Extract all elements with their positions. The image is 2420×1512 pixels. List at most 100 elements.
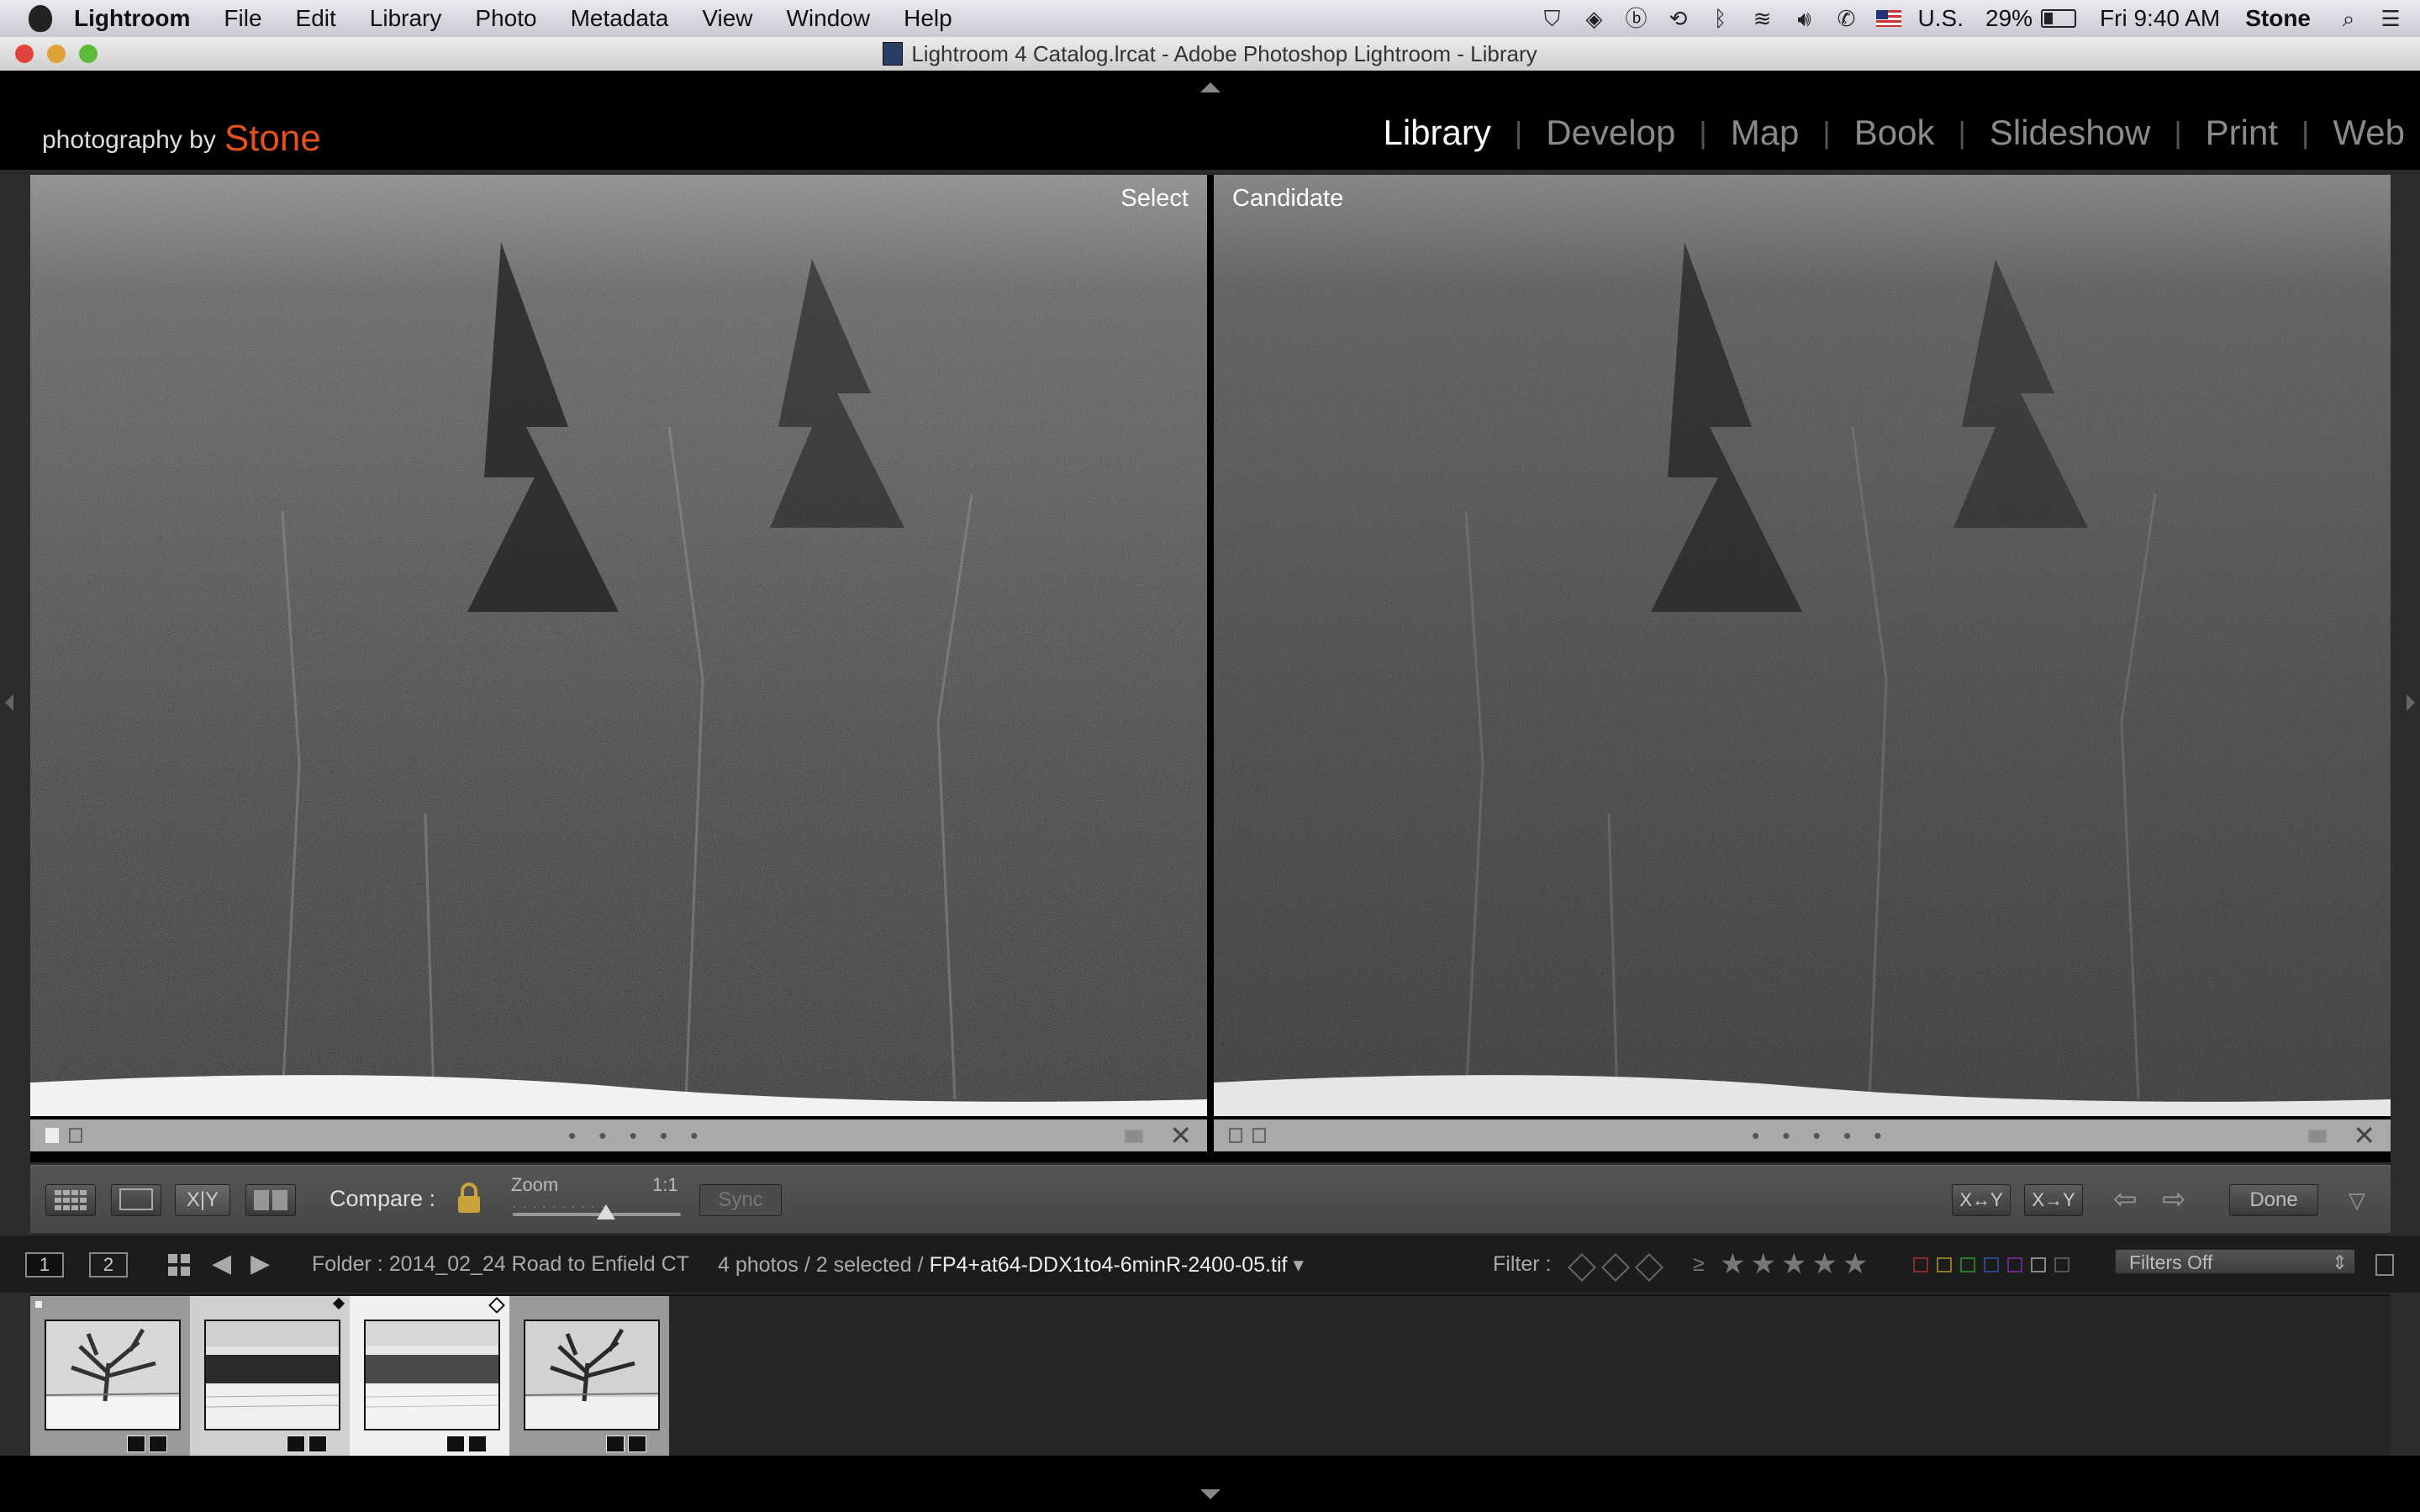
- script-status-icon[interactable]: ⛉: [1540, 7, 1565, 30]
- input-source[interactable]: U.S.: [1918, 5, 1964, 32]
- candidate-photo-pane[interactable]: Candidate: [1214, 175, 2391, 1116]
- filter-red-label-icon[interactable]: [1913, 1257, 1928, 1272]
- close-window-button[interactable]: [15, 45, 34, 63]
- compare-view-button[interactable]: X|Y: [175, 1184, 230, 1216]
- candidate-label: Candidate: [1232, 185, 1344, 212]
- menubar-user[interactable]: Stone: [2245, 5, 2311, 32]
- identity-prefix: photography by: [42, 126, 216, 154]
- filter-purple-label-icon[interactable]: [2007, 1257, 2022, 1272]
- menu-help[interactable]: Help: [904, 5, 952, 32]
- loupe-view-button[interactable]: [111, 1184, 161, 1216]
- filter-flag-pick-icon[interactable]: [1568, 1253, 1596, 1282]
- wifi-icon[interactable]: ≋: [1750, 7, 1775, 30]
- compare-view: Select Candidate • • • • • ✕ • • • • • ✕: [30, 175, 2391, 1162]
- reject-flag-icon[interactable]: [1252, 1128, 1266, 1143]
- menu-app-name[interactable]: Lightroom: [74, 5, 190, 32]
- rating-comparator[interactable]: ≥: [1693, 1252, 1705, 1277]
- battery-percent[interactable]: 29%: [1985, 5, 2032, 32]
- thumbnail-image: [364, 1320, 500, 1430]
- filter-flag-reject-icon[interactable]: [1635, 1253, 1663, 1282]
- pick-flag-icon[interactable]: [45, 1128, 59, 1143]
- color-label-icon[interactable]: [2308, 1130, 2327, 1143]
- us-flag-icon[interactable]: [1875, 10, 1901, 27]
- survey-view-button[interactable]: [245, 1184, 296, 1216]
- previous-photo-icon[interactable]: ⇦: [2113, 1183, 2138, 1216]
- bbedit-icon[interactable]: ⓑ: [1624, 7, 1649, 30]
- filmstrip: [30, 1294, 2391, 1457]
- expand-left-panel-arrow-icon[interactable]: [5, 694, 13, 711]
- menu-metadata[interactable]: Metadata: [571, 5, 669, 32]
- toolbar-menu-chevron-icon[interactable]: ▽: [2349, 1188, 2365, 1214]
- zoom-window-button[interactable]: [79, 45, 98, 63]
- collapse-top-panel-arrow-icon[interactable]: [1200, 82, 1221, 92]
- swap-button[interactable]: X↔Y: [1952, 1184, 2011, 1216]
- phone-icon[interactable]: ✆: [1834, 7, 1859, 30]
- filter-no-label-icon[interactable]: [2054, 1257, 2069, 1272]
- module-slideshow[interactable]: Slideshow: [1990, 113, 2150, 153]
- selected-indicator-icon: [332, 1297, 345, 1310]
- menu-view[interactable]: View: [702, 5, 752, 32]
- time-machine-icon[interactable]: ⟲: [1666, 7, 1691, 30]
- done-button[interactable]: Done: [2229, 1184, 2318, 1216]
- menu-photo[interactable]: Photo: [475, 5, 536, 32]
- close-candidate-icon[interactable]: ✕: [2353, 1120, 2375, 1151]
- back-arrow-icon[interactable]: ◀︎: [212, 1249, 231, 1278]
- filter-switch-icon[interactable]: [2375, 1254, 2394, 1276]
- module-map[interactable]: Map: [1731, 113, 1800, 153]
- menu-library[interactable]: Library: [370, 5, 442, 32]
- close-select-icon[interactable]: ✕: [1169, 1120, 1192, 1151]
- filmstrip-thumbnail[interactable]: [30, 1296, 190, 1457]
- menu-window[interactable]: Window: [787, 5, 871, 32]
- module-develop[interactable]: Develop: [1546, 113, 1675, 153]
- rating-dots[interactable]: • • • • •: [1752, 1123, 1890, 1149]
- filter-custom-label-icon[interactable]: [2031, 1257, 2046, 1272]
- filter-yellow-label-icon[interactable]: [1937, 1257, 1952, 1272]
- module-print[interactable]: Print: [2206, 113, 2278, 153]
- pick-flag-icon[interactable]: [1229, 1128, 1242, 1143]
- filter-flag-unflagged-icon[interactable]: [1601, 1253, 1630, 1282]
- dropbox-icon[interactable]: ◈: [1582, 7, 1607, 30]
- rating-dots[interactable]: • • • • •: [568, 1123, 706, 1149]
- minimize-window-button[interactable]: [47, 45, 66, 63]
- apple-icon[interactable]: [29, 5, 52, 32]
- rating-filter-stars[interactable]: ★★★★★: [1720, 1247, 1873, 1281]
- module-library[interactable]: Library: [1383, 113, 1490, 153]
- color-label-icon[interactable]: [1125, 1130, 1143, 1143]
- battery-icon[interactable]: [2041, 9, 2077, 28]
- photo-count[interactable]: 4 photos / 2 selected / FP4+at64-DDX1to4…: [718, 1252, 1304, 1278]
- grid-view-button[interactable]: [45, 1184, 96, 1216]
- select-photo-pane[interactable]: Select: [30, 175, 1207, 1116]
- menu-edit[interactable]: Edit: [296, 5, 336, 32]
- module-web[interactable]: Web: [2333, 113, 2405, 153]
- window-2-button[interactable]: 2: [89, 1252, 128, 1278]
- spotlight-search-icon[interactable]: ⌕: [2336, 7, 2361, 30]
- make-select-button[interactable]: X→Y: [2024, 1184, 2083, 1216]
- filmstrip-thumbnail[interactable]: [350, 1296, 509, 1457]
- collapse-filmstrip-arrow-icon[interactable]: [1200, 1489, 1221, 1499]
- grid-icon[interactable]: [166, 1252, 192, 1278]
- window-1-button[interactable]: 1: [25, 1252, 64, 1278]
- sync-button[interactable]: Sync: [699, 1184, 782, 1216]
- expand-right-panel-arrow-icon[interactable]: [2407, 694, 2415, 711]
- folder-source[interactable]: Folder : 2014_02_24 Road to Enfield CT: [312, 1252, 689, 1277]
- volume-icon[interactable]: 🔊︎: [1792, 7, 1817, 30]
- filmstrip-thumbnail[interactable]: [190, 1296, 350, 1457]
- module-book[interactable]: Book: [1854, 113, 1935, 153]
- identity-plate[interactable]: photography by Stone: [42, 118, 321, 160]
- next-photo-icon[interactable]: ⇨: [2162, 1183, 2186, 1216]
- menubar-clock[interactable]: Fri 9:40 AM: [2100, 5, 2220, 32]
- reject-flag-icon[interactable]: [69, 1128, 82, 1143]
- forward-arrow-icon[interactable]: ▶︎: [250, 1249, 270, 1278]
- filter-blue-label-icon[interactable]: [1984, 1257, 1999, 1272]
- filmstrip-thumbnail[interactable]: [509, 1296, 669, 1457]
- bluetooth-icon[interactable]: ᛒ: [1708, 7, 1733, 30]
- filename-dropdown-icon[interactable]: ▾: [1293, 1253, 1304, 1277]
- lock-icon[interactable]: [456, 1183, 482, 1214]
- filter-preset-select[interactable]: Filters Off: [2115, 1249, 2355, 1275]
- grid-icon: [55, 1190, 87, 1210]
- notification-center-icon[interactable]: ☰: [2378, 7, 2403, 30]
- menu-file[interactable]: File: [224, 5, 261, 32]
- filter-green-label-icon[interactable]: [1960, 1257, 1975, 1272]
- filter-label: Filter :: [1493, 1252, 1552, 1276]
- zoom-slider-thumb[interactable]: [597, 1204, 615, 1220]
